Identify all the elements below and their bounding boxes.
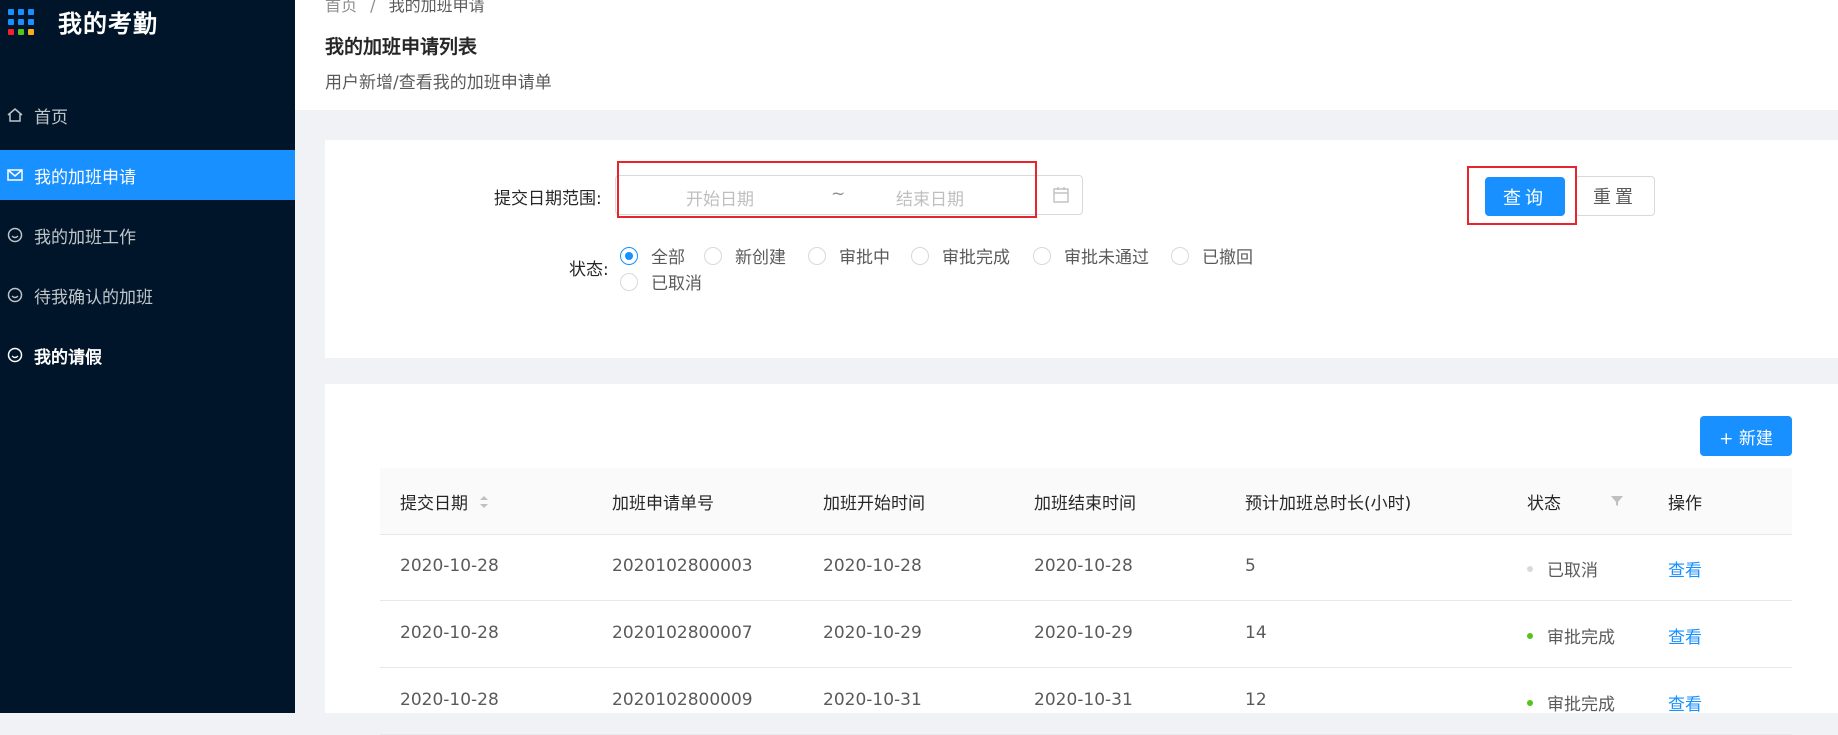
radio-circle: [620, 272, 638, 291]
breadcrumb-current: 我的加班申请: [388, 0, 485, 15]
radio-circle: [1171, 246, 1189, 265]
page-title: 我的加班申请列表: [325, 36, 478, 58]
radio-circle: [620, 246, 638, 265]
radio-circle: [808, 246, 826, 265]
breadcrumb-home[interactable]: 首页: [325, 0, 357, 15]
view-link[interactable]: 查看: [1668, 623, 1702, 648]
status-radio-new[interactable]: 新创建: [704, 243, 786, 268]
sidebar-item-label: 我的加班工作: [34, 227, 136, 248]
status-text: 已取消: [1547, 561, 1598, 581]
radio-label: 审批未通过: [1064, 248, 1149, 268]
table-header: 提交日期 加班申请单号 加班开始时间 加班结束时间 预计加班总时长(小时) 状态…: [380, 468, 1792, 535]
radio-label: 全部: [651, 248, 685, 268]
sidebar-item-home[interactable]: 首页: [0, 90, 295, 140]
page-subtitle: 用户新增/查看我的加班申请单: [325, 73, 552, 93]
radio-label: 新创建: [735, 248, 786, 268]
sidebar-item-pending-confirm[interactable]: 待我确认的加班: [0, 270, 295, 320]
radio-circle: [1033, 246, 1051, 265]
col-action: 操作: [1668, 494, 1702, 514]
new-button[interactable]: + 新建: [1700, 416, 1792, 456]
sidebar-item-label: 首页: [34, 107, 68, 128]
cell-start: 2020-10-29: [823, 623, 922, 643]
home-icon: [6, 106, 24, 124]
table-row: 2020-10-28 2020102800003 2020-10-28 2020…: [380, 534, 1792, 601]
cell-submit-date: 2020-10-28: [400, 623, 499, 643]
cell-hours: 14: [1245, 623, 1267, 643]
cell-status: 审批完成: [1527, 690, 1615, 715]
status-dot: [1527, 699, 1533, 706]
calendar-icon: [1053, 187, 1069, 203]
cell-start: 2020-10-28: [823, 556, 922, 576]
status-radio-withdrawn[interactable]: 已撤回: [1171, 243, 1253, 268]
status-text: 审批完成: [1547, 695, 1615, 715]
col-start-time: 加班开始时间: [823, 494, 925, 514]
status-radio-approved[interactable]: 审批完成: [911, 243, 1010, 268]
smile-icon: [6, 226, 24, 244]
col-submit-date[interactable]: 提交日期: [400, 489, 490, 514]
app-logo: 我的考勤: [8, 4, 158, 39]
smile-icon: [6, 286, 24, 304]
table-row: 2020-10-28 2020102800007 2020-10-29 2020…: [380, 601, 1792, 668]
cell-number: 2020102800003: [612, 556, 753, 576]
radio-label: 已撤回: [1202, 248, 1253, 268]
view-link[interactable]: 查看: [1668, 690, 1702, 715]
radio-circle: [911, 246, 929, 265]
status-radio-rejected[interactable]: 审批未通过: [1033, 243, 1149, 268]
table-card: + 新建 提交日期 加班申请单号 加班开始时间 加班结束时间 预计加班总时长(小…: [325, 384, 1838, 735]
col-number: 加班申请单号: [612, 494, 714, 514]
sidebar-menu: 首页 我的加班申请 我的加班工作 待我确认的加班 我的请假: [0, 90, 295, 390]
view-link[interactable]: 查看: [1668, 556, 1702, 581]
status-radio-cancelled[interactable]: 已取消: [620, 269, 702, 294]
sidebar-item-label: 我的加班申请: [34, 167, 136, 188]
mail-icon: [6, 166, 24, 184]
table-row: 2020-10-28 2020102800009 2020-10-31 2020…: [380, 668, 1792, 735]
sort-icon[interactable]: [478, 494, 490, 510]
sidebar-item-overtime-work[interactable]: 我的加班工作: [0, 210, 295, 260]
sidebar-item-overtime-apply[interactable]: 我的加班申请: [0, 150, 295, 200]
cell-number: 2020102800007: [612, 623, 753, 643]
sidebar-item-label: 我的请假: [34, 347, 102, 368]
status-radio-in-approval[interactable]: 审批中: [808, 243, 890, 268]
status-text: 审批完成: [1547, 628, 1615, 648]
cell-end: 2020-10-31: [1034, 690, 1133, 710]
app-grid-icon: [8, 8, 34, 35]
cell-hours: 12: [1245, 690, 1267, 710]
sidebar-item-label: 待我确认的加班: [34, 287, 153, 308]
reset-button[interactable]: 重置: [1575, 176, 1655, 216]
highlight-box-query: [1467, 166, 1577, 225]
cell-number: 2020102800009: [612, 690, 753, 710]
status-dot: [1527, 632, 1533, 639]
breadcrumb: 首页 / 我的加班申请: [325, 0, 485, 16]
search-form: 提交日期范围: 开始日期 ~ 结束日期 查询 重置 状态: 全部 新创建 审批中…: [325, 140, 1838, 358]
cell-submit-date: 2020-10-28: [400, 690, 499, 710]
col-label: 提交日期: [400, 494, 468, 514]
smile-icon: [6, 346, 24, 364]
col-label: 状态: [1527, 494, 1561, 514]
cell-submit-date: 2020-10-28: [400, 556, 499, 576]
sidebar-item-leave[interactable]: 我的请假: [0, 330, 295, 380]
breadcrumb-separator: /: [370, 0, 376, 15]
col-total-hours: 预计加班总时长(小时): [1245, 494, 1412, 514]
radio-label: 审批中: [839, 248, 890, 268]
radio-circle: [704, 246, 722, 265]
cell-end: 2020-10-29: [1034, 623, 1133, 643]
radio-label: 审批完成: [942, 248, 1010, 268]
radio-label: 已取消: [651, 274, 702, 294]
col-end-time: 加班结束时间: [1034, 494, 1136, 514]
cell-hours: 5: [1245, 556, 1256, 576]
status-radio-all[interactable]: 全部: [620, 243, 685, 268]
app-title: 我的考勤: [58, 10, 158, 38]
sidebar: 我的考勤 首页 我的加班申请 我的加班工作 待我确认的加班 我的请假: [0, 0, 295, 713]
date-range-label: 提交日期范围:: [494, 189, 602, 209]
cell-status: 已取消: [1527, 556, 1598, 581]
cell-status: 审批完成: [1527, 623, 1615, 648]
filter-icon[interactable]: [1610, 494, 1624, 508]
cell-start: 2020-10-31: [823, 690, 922, 710]
status-label: 状态:: [569, 260, 609, 280]
col-status: 状态: [1527, 489, 1561, 514]
highlight-box-date-range: [617, 161, 1037, 218]
cell-end: 2020-10-28: [1034, 556, 1133, 576]
page-header: 首页 / 我的加班申请 我的加班申请列表 用户新增/查看我的加班申请单: [295, 0, 1838, 110]
status-dot: [1527, 565, 1533, 572]
